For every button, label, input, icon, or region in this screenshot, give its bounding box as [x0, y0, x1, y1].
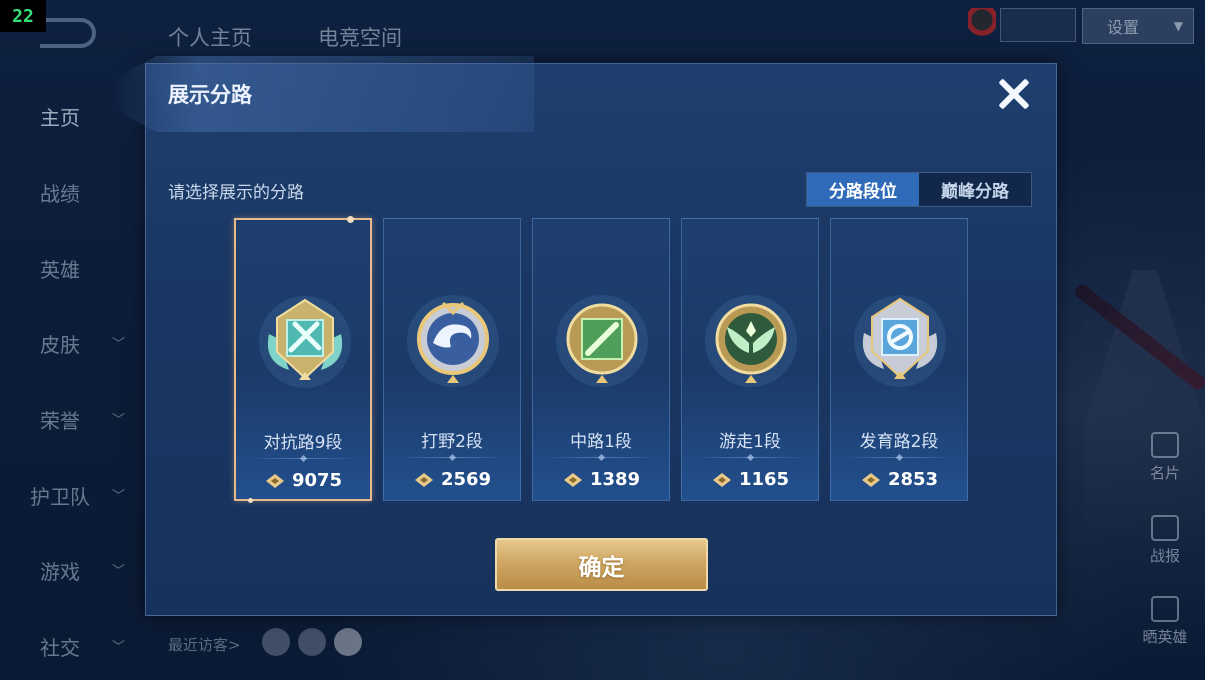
chevron-down-icon: ﹀ [112, 413, 126, 428]
card-icon [1151, 432, 1179, 458]
card-divider [843, 457, 955, 458]
score-value: 9075 [291, 470, 343, 491]
nav-label: 英雄 [40, 258, 80, 282]
power-icon [712, 472, 731, 487]
close-icon [997, 77, 1031, 111]
tab-peak-lane[interactable]: 巅峰分路 [919, 173, 1031, 206]
lane-display-modal: 展示分路 请选择展示的分路 分路段位 巅峰分路 对抗路9段 9075 打野2段 … [114, 56, 1057, 616]
share-hero-button[interactable]: 晒英雄 [1140, 596, 1190, 647]
card-button[interactable]: 名片 [1140, 432, 1190, 483]
nav-label: 战绩 [40, 182, 80, 206]
lane-card[interactable]: 打野2段 2569 [383, 218, 521, 501]
score-row: 1389 [533, 469, 669, 490]
card-label: 名片 [1149, 464, 1180, 482]
chevron-down-icon: ﹀ [112, 489, 126, 504]
close-button[interactable] [990, 70, 1038, 118]
lane-name: 游走1段 [719, 432, 781, 452]
card-divider [396, 457, 508, 458]
lane-name: 打野2段 [421, 432, 483, 452]
nav-label: 主页 [40, 106, 80, 130]
nav-label: 荣誉 [40, 409, 80, 433]
score-row: 9075 [236, 470, 370, 491]
report-icon [1151, 515, 1179, 541]
score-row: 1165 [682, 469, 818, 490]
recent-visitors-link[interactable]: 最近访客> [168, 634, 241, 655]
lane-card[interactable]: 发育路2段 2853 [830, 218, 968, 501]
lane-name: 中路1段 [570, 432, 632, 452]
user-avatar[interactable] [968, 8, 996, 42]
sword-badge-icon [255, 292, 355, 392]
visitor-avatar[interactable] [334, 628, 362, 656]
nav-label: 社交 [40, 636, 80, 660]
nav-item-honor[interactable]: 荣誉 ﹀ [40, 405, 125, 434]
nav-item-social[interactable]: 社交 ﹀ [40, 632, 125, 661]
settings-label: 设置 [1107, 18, 1140, 37]
card-divider [545, 457, 657, 458]
nav-label: 护卫队 [30, 485, 90, 509]
chevron-down-icon: ﹀ [112, 337, 126, 352]
settings-button[interactable]: 设置 ▼ [1082, 8, 1194, 44]
status-panel [1000, 8, 1076, 42]
share-hero-label: 晒英雄 [1142, 628, 1188, 646]
report-button[interactable]: 战报 [1140, 515, 1190, 566]
card-divider [248, 458, 358, 459]
nav-item-record[interactable]: 战绩 [40, 178, 80, 207]
lane-card[interactable]: 对抗路9段 9075 [234, 216, 372, 503]
target-badge-icon [850, 291, 950, 391]
score-value: 2853 [887, 469, 939, 490]
nav-item-heroes[interactable]: 英雄 [40, 254, 80, 283]
nav-item-guard[interactable]: 护卫队 ﹀ [30, 481, 125, 510]
card-divider [694, 457, 806, 458]
lane-mode-toggle: 分路段位 巅峰分路 [806, 172, 1032, 207]
select-prompt: 请选择展示的分路 [168, 183, 304, 203]
nav-item-games[interactable]: 游戏 ﹀ [40, 556, 125, 585]
visitor-avatar[interactable] [262, 628, 290, 656]
dragon-badge-icon [403, 291, 503, 391]
chevron-down-icon: ﹀ [112, 564, 126, 579]
report-label: 战报 [1149, 547, 1180, 565]
modal-title: 展示分路 [168, 83, 252, 107]
score-row: 2569 [384, 469, 520, 490]
lane-card[interactable]: 游走1段 1165 [681, 218, 819, 501]
selection-corner-dot [347, 216, 354, 223]
power-icon [414, 472, 433, 487]
power-icon [563, 472, 582, 487]
score-value: 1389 [589, 469, 641, 490]
frame-counter: 22 [0, 0, 46, 32]
score-value: 1165 [738, 469, 790, 490]
tab-esports[interactable]: 电竞空间 [318, 22, 402, 52]
chevron-down-icon: ▼ [1173, 19, 1183, 33]
confirm-button[interactable]: 确定 [495, 538, 708, 591]
power-icon [265, 473, 284, 488]
nav-item-home[interactable]: 主页 [40, 102, 80, 131]
lane-name: 对抗路9段 [263, 433, 343, 453]
tab-lane-rank[interactable]: 分路段位 [807, 173, 919, 206]
score-row: 2853 [831, 469, 967, 490]
back-icon[interactable] [40, 18, 96, 48]
tab-profile[interactable]: 个人主页 [168, 22, 252, 52]
chevron-down-icon: ﹀ [112, 640, 126, 655]
wings-badge-icon [701, 291, 801, 391]
flame-icon [1151, 596, 1179, 622]
visitor-avatar[interactable] [298, 628, 326, 656]
nav-item-skins[interactable]: 皮肤 ﹀ [40, 329, 125, 358]
power-icon [861, 472, 880, 487]
nav-label: 游戏 [40, 560, 80, 584]
selection-corner-dot [248, 498, 253, 503]
lane-name: 发育路2段 [859, 432, 939, 452]
score-value: 2569 [440, 469, 492, 490]
staff-badge-icon [552, 291, 652, 391]
lane-card[interactable]: 中路1段 1389 [532, 218, 670, 501]
nav-label: 皮肤 [40, 333, 80, 357]
